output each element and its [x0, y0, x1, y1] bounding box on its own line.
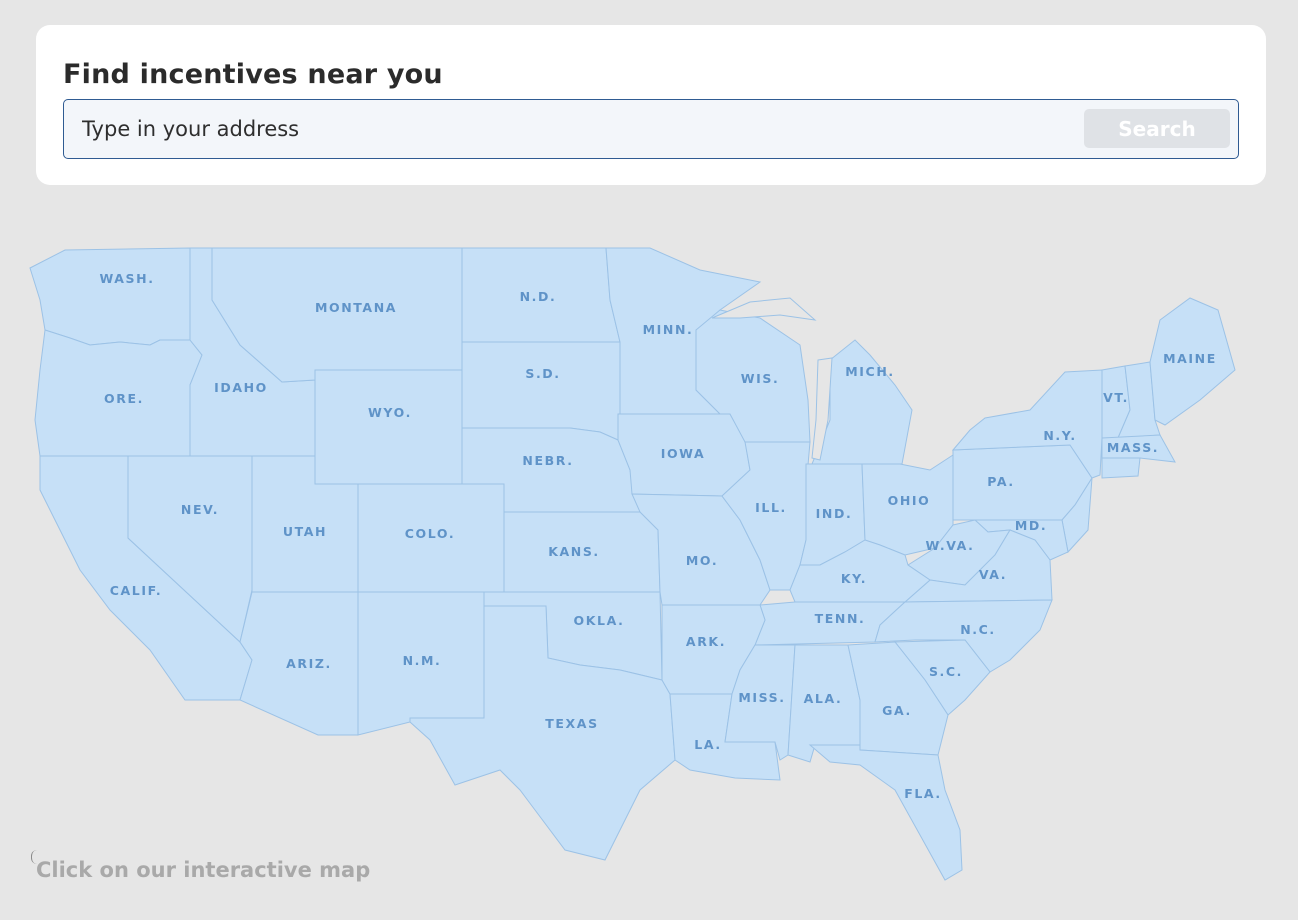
map-hint: Click on our interactive map: [36, 858, 371, 882]
state-wa[interactable]: [29, 247, 191, 346]
address-input[interactable]: [64, 100, 1074, 157]
state-me[interactable]: [1149, 297, 1236, 426]
state-ct[interactable]: [1101, 457, 1141, 479]
search-box: Search: [63, 99, 1239, 159]
state-oh[interactable]: [861, 454, 954, 556]
search-card: Find incentives near you Search: [36, 25, 1266, 185]
state-ks[interactable]: [503, 511, 661, 593]
page: Find incentives near you Search: [0, 0, 1298, 920]
state-nd[interactable]: [461, 247, 621, 343]
state-ia[interactable]: [617, 413, 751, 497]
state-wy[interactable]: [314, 369, 463, 485]
search-title: Find incentives near you: [63, 59, 443, 90]
state-co[interactable]: [357, 483, 505, 593]
state-nm[interactable]: [357, 591, 485, 736]
state-al[interactable]: [787, 644, 861, 763]
us-map: WASH. MONTANA N.D. MINN. MAINE ORE. IDAH…: [0, 200, 1298, 900]
state-sd[interactable]: [461, 341, 621, 441]
us-map-svg: WASH. MONTANA N.D. MINN. MAINE ORE. IDAH…: [29, 247, 1236, 881]
state-or[interactable]: [34, 329, 203, 457]
state-fl[interactable]: [808, 744, 963, 881]
search-button[interactable]: Search: [1084, 109, 1230, 148]
state-az[interactable]: [239, 591, 359, 736]
